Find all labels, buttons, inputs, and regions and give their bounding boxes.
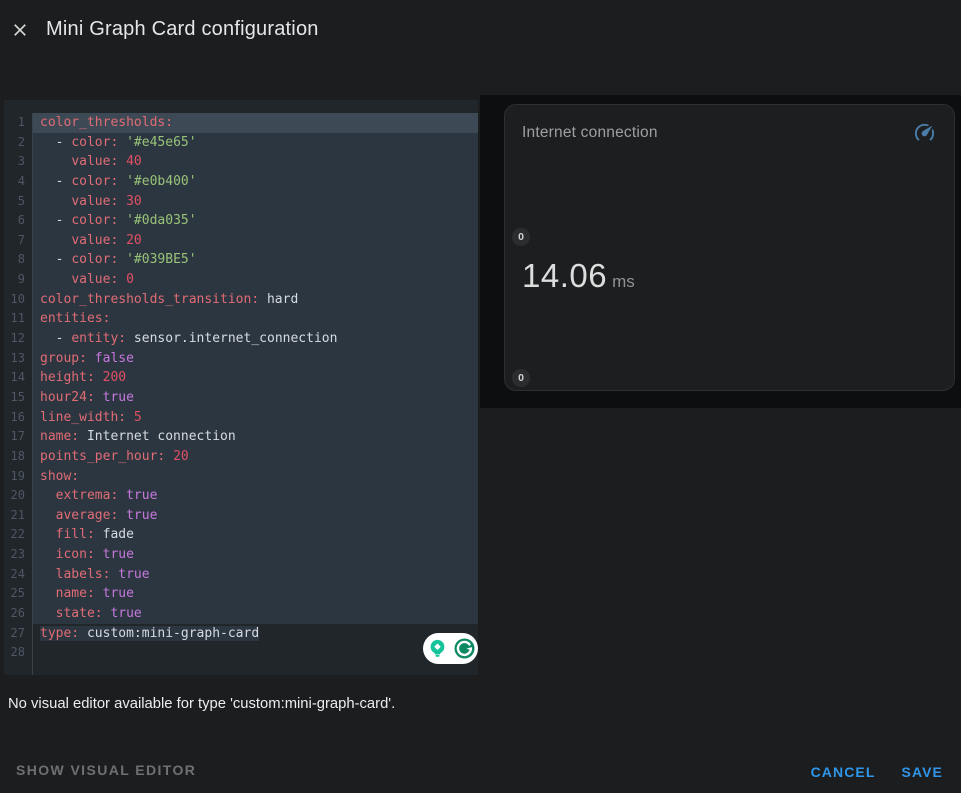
code-line[interactable]: value: 30 [33,192,478,212]
line-number: 12 [4,329,32,349]
grammarly-logo-button[interactable] [452,636,477,661]
card-state: 14.06 ms [522,257,635,295]
no-visual-editor-message: No visual editor available for type 'cus… [8,696,478,712]
line-number: 23 [4,545,32,565]
grammarly-widget[interactable] [423,633,478,664]
line-number: 25 [4,584,32,604]
code-line[interactable]: height: 200 [33,368,478,388]
line-number: 22 [4,525,32,545]
code-line[interactable]: value: 20 [33,231,478,251]
code-line[interactable]: average: true [33,506,478,526]
code-line[interactable]: - color: '#e0b400' [33,172,478,192]
code-line[interactable]: labels: true [33,565,478,585]
code-line[interactable]: - color: '#039BE5' [33,250,478,270]
speedometer-icon [913,121,936,144]
mini-graph-card-preview: Internet connection 14.06 ms 0 0 [504,104,955,391]
line-number: 1 [4,113,32,133]
code-line[interactable]: value: 40 [33,152,478,172]
line-number: 15 [4,388,32,408]
line-number: 21 [4,506,32,526]
grammarly-logo-icon [452,636,477,661]
code-line[interactable] [33,643,478,663]
code-line[interactable]: state: true [33,604,478,624]
state-value: 14.06 [522,257,607,295]
graph-max-label: 0 [512,228,530,246]
graph-min-label: 0 [512,369,530,387]
line-number: 24 [4,565,32,585]
line-number: 17 [4,427,32,447]
code-line[interactable]: fill: fade [33,525,478,545]
line-number: 18 [4,447,32,467]
code-line[interactable]: entities: [33,309,478,329]
line-number: 28 [4,643,32,663]
line-number: 11 [4,309,32,329]
code-line[interactable]: group: false [33,349,478,369]
close-icon [10,20,30,43]
dialog-header: Mini Graph Card configuration [0,0,961,62]
code-line[interactable]: extrema: true [33,486,478,506]
code-line[interactable]: - entity: sensor.internet_connection [33,329,478,349]
editor-code[interactable]: color_thresholds: - color: '#e45e65' val… [33,113,478,675]
dialog-title: Mini Graph Card configuration [46,18,319,41]
line-number: 27 [4,624,32,644]
line-number: 14 [4,368,32,388]
code-line[interactable]: hour24: true [33,388,478,408]
code-line[interactable]: type: custom:mini-graph-card [33,624,478,644]
line-number: 3 [4,152,32,172]
show-visual-editor-button[interactable]: SHOW VISUAL EDITOR [16,762,196,778]
code-line[interactable]: color_thresholds: [33,113,478,133]
line-number: 9 [4,270,32,290]
close-button[interactable] [8,19,32,43]
code-line[interactable]: - color: '#e45e65' [33,133,478,153]
line-number: 20 [4,486,32,506]
editor-gutter: 1234567891011121314151617181920212223242… [4,113,33,675]
code-line[interactable]: show: [33,467,478,487]
cancel-button[interactable]: CANCEL [811,764,876,780]
line-number: 6 [4,211,32,231]
card-preview-panel: Internet connection 14.06 ms 0 0 [480,95,961,408]
code-line[interactable]: value: 0 [33,270,478,290]
grammarly-suggestion-lightbulb-icon [425,636,450,661]
code-line[interactable]: points_per_hour: 20 [33,447,478,467]
grammarly-suggestion-button[interactable] [425,636,450,661]
line-number: 13 [4,349,32,369]
state-unit: ms [612,272,635,292]
line-number: 26 [4,604,32,624]
code-line[interactable]: - color: '#0da035' [33,211,478,231]
line-number: 7 [4,231,32,251]
code-line[interactable]: name: true [33,584,478,604]
code-line[interactable]: line_width: 5 [33,408,478,428]
card-title: Internet connection [522,124,658,142]
line-number: 19 [4,467,32,487]
line-number: 5 [4,192,32,212]
code-line[interactable]: icon: true [33,545,478,565]
line-number: 10 [4,290,32,310]
line-number: 2 [4,133,32,153]
yaml-code-editor[interactable]: 1234567891011121314151617181920212223242… [4,100,478,675]
line-number: 4 [4,172,32,192]
save-button[interactable]: SAVE [902,764,944,780]
code-line[interactable]: color_thresholds_transition: hard [33,290,478,310]
line-number: 16 [4,408,32,428]
line-number: 8 [4,250,32,270]
code-line[interactable]: name: Internet connection [33,427,478,447]
